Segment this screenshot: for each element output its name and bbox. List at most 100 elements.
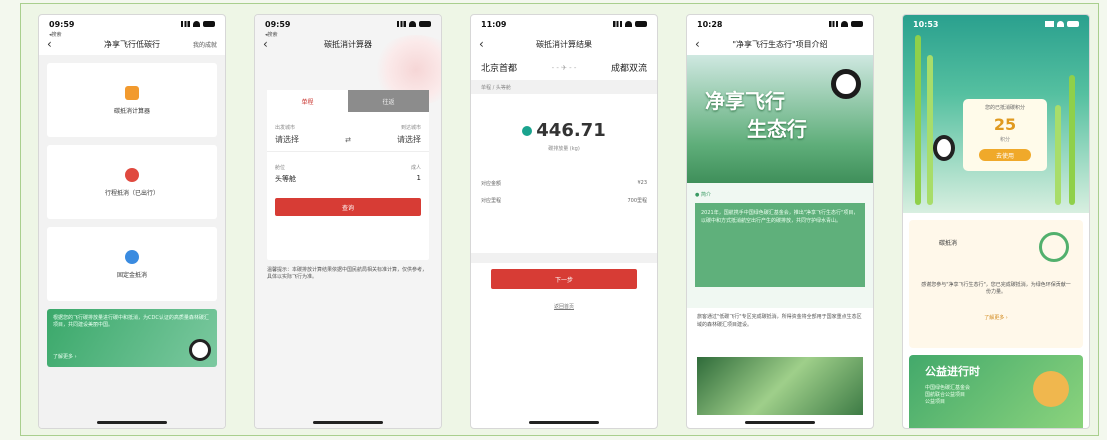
from-label: 出发城市 (275, 125, 296, 131)
back-chevron-icon[interactable]: ‹ (695, 37, 700, 51)
page-title: 碳抵消计算器 (324, 39, 372, 49)
hero-title-2: 生态行 (747, 117, 807, 141)
fixed-amount-card[interactable]: 固定金抵消 (47, 227, 217, 301)
signal-icon (829, 21, 838, 27)
status-time: 09:59 (265, 19, 291, 29)
calculator-icon (125, 85, 139, 100)
use-points-button[interactable]: 去使用 (979, 149, 1031, 161)
my-achievements-link[interactable]: 我的成就 (193, 40, 217, 49)
pax-count[interactable]: 1 (417, 174, 421, 184)
intro-section: ● 简介 2021年，国航携手中国绿色碳汇基金会，推出"净享飞行生态行"项目，以… (687, 183, 873, 308)
offset-certificate-card: 碳抵消 感谢您参与"净享飞行生态行"，您已完成碳抵消，为绿色环保贡献一份力量。 … (909, 220, 1083, 348)
trip-type-tabs: 单程 往返 (267, 90, 429, 112)
wifi-icon (841, 21, 848, 27)
status-time: 11:09 (481, 19, 507, 29)
card-label: 碳抵消计算器 (113, 107, 150, 115)
nav-bar: ‹ 净享飞行低碳行 我的成就 (39, 33, 225, 55)
home-indicator (313, 421, 383, 424)
panda-icon (933, 135, 955, 161)
next-button[interactable]: 下一步 (491, 269, 637, 289)
page-title: 碳抵消计算结果 (536, 39, 592, 49)
page-title: "净享飞行生态行"项目介绍 (732, 39, 828, 49)
nav-bar: ‹ "净享飞行生态行"项目介绍 (687, 33, 873, 55)
tip-text: 温馨提示：本碳排放计算结果依据中国民航局相关标准计算，仅供参考，具体以实际飞行为… (267, 267, 428, 280)
pen-icon (125, 249, 139, 264)
airplane-icon (125, 167, 139, 182)
hero-banner: 净享飞行 生态行 (687, 55, 873, 183)
trip-offset-card[interactable]: 行程抵消（已出行） (47, 145, 217, 219)
wifi-icon (1057, 21, 1064, 27)
back-chevron-icon[interactable]: ‹ (479, 37, 484, 51)
banner-text: 根据您的飞行碳排放量进行碳中和抵消，为CDC认证的高质量森林碳汇项目，共同建设美… (53, 315, 209, 328)
status-time: 10:53 (913, 19, 939, 29)
bamboo-decor (927, 55, 933, 205)
signal-icon (613, 21, 622, 27)
plane-icon: - - ✈ - - (551, 63, 577, 72)
swap-icon[interactable]: ⇄ (345, 136, 351, 144)
route-summary: 北京首都 - - ✈ - - 成都双流 (471, 55, 657, 80)
status-time: 09:59 (49, 19, 75, 29)
banner-more-link[interactable]: 了解更多 › (53, 354, 77, 361)
home-indicator (745, 421, 815, 424)
to-city-select[interactable]: 请选择 (397, 134, 421, 145)
mileage-label: 对应里程 (481, 198, 502, 204)
phone-result: 11:09 ‹ 碳抵消计算结果 北京首都 - - ✈ - - 成都双流 单程 /… (470, 14, 658, 429)
phone-home: 09:59 ◂搜索 ‹ 净享飞行低碳行 我的成就 碳抵消计算器 行程抵消（已出行… (38, 14, 226, 429)
nav-bar: ‹ 碳抵消计算器 (255, 33, 441, 55)
wifi-icon (625, 21, 632, 27)
mileage-row: 对应里程 700里程 (471, 197, 657, 204)
calculator-card[interactable]: 碳抵消计算器 (47, 63, 217, 137)
emission-number: 446.71 (536, 120, 606, 141)
bamboo-decor (1069, 75, 1075, 205)
status-bar: 10:53 (903, 15, 1089, 33)
status-bar: 09:59 (255, 15, 441, 33)
battery-icon (203, 21, 215, 27)
to-city: 成都双流 (610, 64, 647, 74)
phone-intro: 10:28 ‹ "净享飞行生态行"项目介绍 净享飞行 生态行 ● 简介 2021… (686, 14, 874, 429)
emission-unit: 碳排放量 (kg) (548, 146, 580, 152)
intro-label: ● 简介 (695, 192, 711, 198)
amount-label: 对应金额 (481, 181, 502, 187)
welfare-banner[interactable]: 公益进行时 中国绿色碳汇基金会 国航联合公益项目 公益项目 (909, 355, 1083, 428)
battery-icon (851, 21, 863, 27)
home-body: 碳抵消计算器 行程抵消（已出行） 固定金抵消 根据您的飞行碳排放量进行碳中和抵消… (39, 55, 225, 428)
city-selectors: 请选择 ⇄ 请选择 (267, 134, 429, 152)
intro-paragraph: 旅客通过"低碳飞行"专区完成碳抵消，所得资金将全部用于国家重点生态区域的森林碳汇… (697, 314, 862, 328)
from-city-select[interactable]: 请选择 (275, 134, 299, 145)
certificate-more-link[interactable]: 了解更多 › (909, 314, 1083, 321)
mileage-value: 700里程 (627, 198, 647, 204)
card-label: 行程抵消（已出行） (104, 189, 159, 197)
tab-one-way[interactable]: 单程 (267, 90, 348, 112)
cabin-labels: 舱位 成人 (267, 164, 429, 171)
status-time: 10:28 (697, 19, 723, 29)
phone-rewards: 10:53 您的已抵消碳积分 25 积分 去使用 碳抵消 感谢您参与"净享飞行生… (902, 14, 1090, 429)
cabin-values: 头等舱 1 (267, 174, 429, 184)
cabin-label: 舱位 (275, 165, 286, 171)
intro-text-box: 2021年，国航携手中国绿色碳汇基金会，推出"净享飞行生态行"项目，以碳中和方式… (695, 203, 865, 287)
certificate-badge-icon (1039, 232, 1069, 262)
promo-banner[interactable]: 根据您的飞行碳排放量进行碳中和抵消，为CDC认证的高质量森林碳汇项目，共同建设美… (47, 309, 217, 367)
certificate-name: 碳抵消 (939, 240, 958, 247)
phone-calculator: 09:59 ◂搜索 ‹ 碳抵消计算器 单程 往返 出发城市 到达城市 请选择 ⇄… (254, 14, 442, 429)
page-title: 净享飞行低碳行 (104, 39, 160, 49)
battery-icon (1067, 21, 1079, 27)
hero-title-1: 净享飞行 (705, 89, 785, 113)
points-unit: 积分 (999, 137, 1010, 143)
leaf-icon (522, 126, 533, 136)
calculator-form: 单程 往返 出发城市 到达城市 请选择 ⇄ 请选择 舱位 成人 头等舱 1 查询 (267, 90, 429, 260)
pax-label: 成人 (410, 165, 421, 171)
battery-icon (635, 21, 647, 27)
back-chevron-icon[interactable]: ‹ (263, 37, 268, 51)
welfare-title: 公益进行时 (925, 365, 980, 378)
divider (471, 253, 657, 263)
card-label: 固定金抵消 (116, 271, 147, 279)
query-button[interactable]: 查询 (275, 198, 421, 216)
wifi-icon (409, 21, 416, 27)
amount-row: 对应金额 ¥23 (471, 180, 657, 187)
home-link[interactable]: 返回首页 (471, 303, 657, 310)
tab-round-trip[interactable]: 往返 (348, 90, 429, 112)
panda-icon (189, 339, 211, 361)
bamboo-decor (915, 35, 921, 205)
back-chevron-icon[interactable]: ‹ (47, 37, 52, 51)
cabin-select[interactable]: 头等舱 (275, 174, 296, 184)
